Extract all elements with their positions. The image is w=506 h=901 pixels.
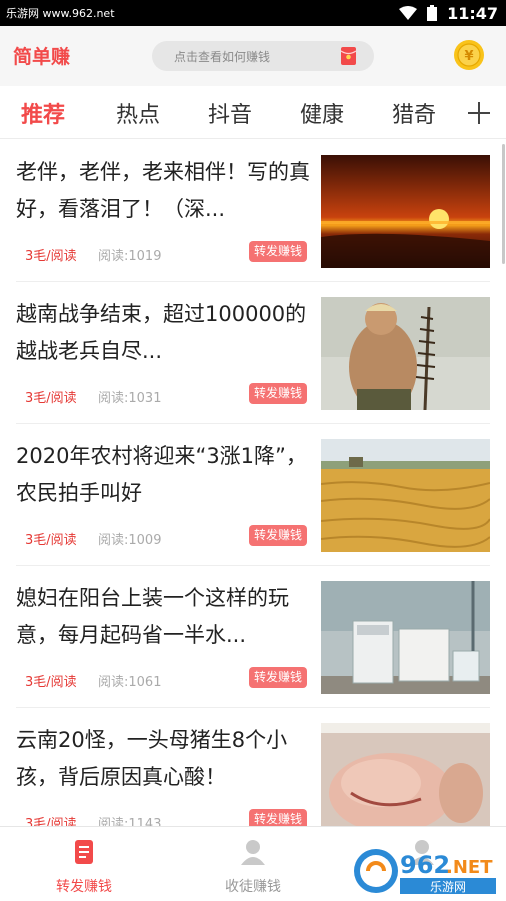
share-earn-button[interactable]: 转发赚钱 [249, 241, 308, 262]
coin-icon[interactable]: ¥ [453, 39, 485, 71]
article-read-count: 阅读:1031 [98, 391, 162, 406]
category-tabs: 推荐 热点 抖音 健康 猎奇 [0, 86, 506, 139]
article-item[interactable]: 媳妇在阳台上装一个这样的玩意，每月起码省一半水... 3毛/阅读 阅读:1061… [0, 566, 506, 708]
watermark-name: 乐游网 [430, 880, 466, 894]
tab-hot[interactable]: 热点 [116, 97, 160, 129]
nav-label: 转发赚钱 [56, 879, 112, 895]
article-thumbnail [321, 723, 490, 836]
article-title: 老伴，老伴，老来相伴！写的真好，看落泪了！（深... [16, 160, 310, 221]
user-icon [241, 840, 265, 865]
app-bar: 简单赚 点击查看如何赚钱 ¥ [0, 26, 506, 86]
article-reward: 3毛/阅读 [25, 675, 77, 690]
bottom-nav: 转发赚钱 收徒赚钱 962 .NET 乐游网 [0, 826, 506, 901]
status-time: 11:47 [447, 3, 498, 23]
share-earn-button[interactable]: 转发赚钱 [249, 525, 308, 546]
document-icon [75, 840, 93, 864]
tab-douyin[interactable]: 抖音 [208, 97, 252, 129]
app-title: 简单赚 [13, 46, 71, 68]
watermark-brand: 962 [400, 851, 450, 879]
coin-glyph: ¥ [464, 49, 473, 64]
article-title: 媳妇在阳台上装一个这样的玩意，每月起码省一半水... [16, 586, 289, 647]
article-thumbnail [321, 155, 490, 268]
tab-curious[interactable]: 猎奇 [392, 97, 436, 129]
article-item[interactable]: 2020年农村将迎来“3涨1降”，农民拍手叫好 3毛/阅读 阅读:1009 转发… [0, 424, 506, 566]
nav-recruit-earn[interactable]: 收徒赚钱 [169, 827, 337, 901]
article-reward: 3毛/阅读 [25, 249, 77, 264]
status-watermark: 乐游网 www.962.net [6, 7, 115, 20]
article-item[interactable]: 越南战争结束，超过100000的越战老兵自尽... 3毛/阅读 阅读:1031 … [0, 282, 506, 424]
status-bar: 乐游网 www.962.net 11:47 [0, 0, 506, 26]
tab-recommend[interactable]: 推荐 [21, 97, 65, 129]
nav-label: 收徒赚钱 [225, 879, 281, 895]
plus-icon[interactable] [466, 100, 492, 126]
red-envelope-icon [341, 47, 356, 65]
search-bar[interactable]: 点击查看如何赚钱 [152, 41, 374, 71]
article-read-count: 阅读:1009 [98, 533, 162, 548]
article-title: 2020年农村将迎来“3涨1降”，农民拍手叫好 [16, 444, 307, 505]
battery-icon [427, 5, 438, 21]
article-item[interactable]: 老伴，老伴，老来相伴！写的真好，看落泪了！（深... 3毛/阅读 阅读:1019… [0, 140, 506, 282]
article-thumbnail [321, 581, 490, 694]
article-title: 云南20怪，一头母猪生8个小孩，背后原因真心酸！ [16, 728, 288, 789]
article-read-count: 阅读:1019 [98, 249, 162, 264]
nav-share-earn[interactable]: 转发赚钱 [0, 827, 168, 901]
site-watermark-logo: 962 .NET 乐游网 [354, 849, 496, 894]
wifi-icon [399, 6, 418, 20]
article-read-count: 阅读:1061 [98, 675, 162, 690]
article-reward: 3毛/阅读 [25, 533, 77, 548]
search-placeholder: 点击查看如何赚钱 [174, 50, 271, 64]
article-title: 越南战争结束，超过100000的越战老兵自尽... [16, 302, 307, 363]
share-earn-button[interactable]: 转发赚钱 [249, 667, 308, 688]
tab-health[interactable]: 健康 [300, 97, 344, 129]
watermark-tld: .NET [446, 857, 493, 878]
article-thumbnail [321, 297, 490, 410]
share-earn-button[interactable]: 转发赚钱 [249, 383, 308, 404]
article-thumbnail [321, 439, 490, 552]
scrollbar[interactable] [502, 144, 505, 264]
article-reward: 3毛/阅读 [25, 391, 77, 406]
